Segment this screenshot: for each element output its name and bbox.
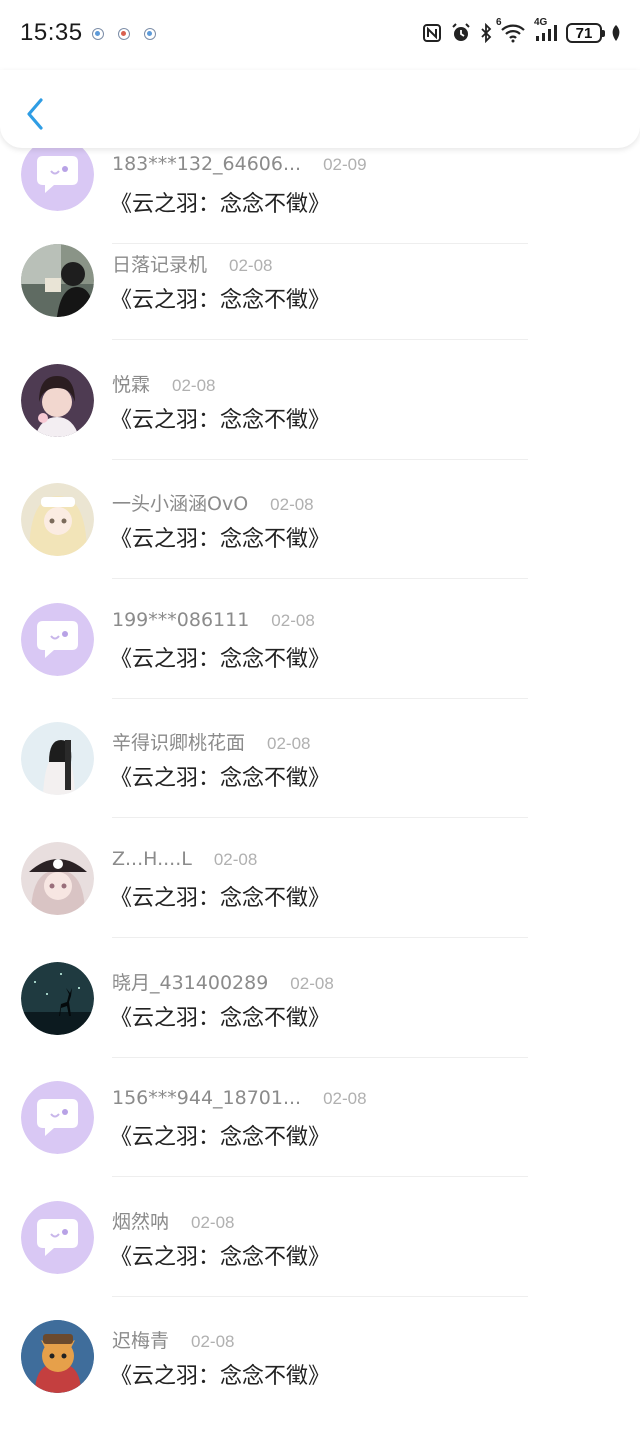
comment-text: 《云之羽：念念不徵》 [110,1005,331,1031]
avatar[interactable] [21,602,94,676]
comment-date: 02-08 [267,734,311,754]
comment-date: 02-08 [172,375,216,395]
comment-date: 02-08 [191,1332,235,1352]
comment-meta: 迟梅青 02-08 [112,1326,235,1353]
comment-item[interactable]: 一头小涵涵OvO 02-08 《云之羽：念念不徵》 [0,483,640,603]
commenter-name[interactable]: 199***086111 [112,609,249,631]
comment-item[interactable]: 199***086111 02-08 《云之羽：念念不徵》 [0,602,640,723]
notification-icons [92,28,156,40]
cellular-signal-icon: 4G [534,17,558,43]
alarm-icon [450,22,472,44]
commenter-name[interactable]: 晓月_431400289 [112,968,268,995]
system-status-icons: 6 4G 71 [422,17,622,44]
divider [112,458,528,460]
comment-meta: 199***086111 02-08 [112,609,315,631]
comment-meta: 烟然呐 02-08 [112,1207,235,1234]
comment-date: 02-08 [290,973,334,993]
comment-meta: 183***132_64606... 02-09 [112,153,367,175]
comment-text: 《云之羽：念念不徵》 [110,1125,331,1151]
divider [112,1056,528,1058]
avatar[interactable] [21,363,94,437]
comment-text: 《云之羽：念念不徵》 [110,407,331,433]
commenter-name[interactable]: 日落记录机 [112,250,207,277]
avatar[interactable] [21,1081,94,1155]
network-type-label: 4G [534,17,548,28]
commenter-name[interactable]: 烟然呐 [112,1207,169,1234]
comment-date: 02-08 [191,1212,235,1232]
comment-text: 《云之羽：念念不徵》 [110,192,331,217]
comment-text: 《云之羽：念念不徵》 [110,527,331,553]
wifi-badge: 6 [496,17,502,28]
comment-item[interactable]: 辛得识卿桃花面 02-08 《云之羽：念念不徵》 [0,722,640,842]
avatar[interactable] [21,138,94,211]
comment-text: 《云之羽：念念不徵》 [110,1244,331,1270]
notification-app-icon [92,28,104,40]
commenter-name[interactable]: 156***944_18701... [112,1087,301,1109]
notification-app-icon [118,28,130,40]
comment-meta: 晓月_431400289 02-08 [112,968,334,995]
commenter-name[interactable]: 悦霖 [112,370,150,397]
avatar[interactable] [21,244,94,317]
divider [112,578,528,580]
top-nav-bar [0,70,640,148]
comment-text: 《云之羽：念念不徵》 [110,1364,331,1390]
avatar[interactable] [21,483,94,557]
commenter-name[interactable]: 辛得识卿桃花面 [112,728,245,755]
divider [112,936,528,938]
divider [112,339,528,340]
avatar[interactable] [21,1320,94,1394]
battery-indicator: 71 [566,23,605,43]
comment-text: 《云之羽：念念不徵》 [110,646,331,672]
comment-meta: 156***944_18701... 02-08 [112,1087,367,1109]
commenter-name[interactable]: Z...H....L [112,848,192,870]
commenter-name[interactable]: 一头小涵涵OvO [112,489,248,516]
clock-time: 15:35 [20,19,83,46]
avatar[interactable] [21,841,94,915]
divider [112,697,528,699]
bluetooth-icon [480,23,492,43]
divider [112,817,528,819]
comment-text: 《云之羽：念念不徵》 [110,885,331,911]
comment-item[interactable]: 156***944_18701... 02-08 《云之羽：念念不徵》 [0,1081,640,1201]
comment-item[interactable]: 183***132_64606... 02-09 《云之羽：念念不徵》 [0,138,640,244]
comment-item[interactable]: 晓月_431400289 02-08 《云之羽：念念不徵》 [0,961,640,1082]
commenter-name[interactable]: 183***132_64606... [112,153,301,175]
comment-item[interactable]: Z...H....L 02-08 《云之羽：念念不徵》 [0,841,640,962]
comment-date: 02-08 [270,495,314,515]
comment-item[interactable]: 迟梅青 02-08 《云之羽：念念不徵》 [0,1320,640,1440]
comment-date: 02-08 [323,1089,367,1109]
leaf-icon [610,24,622,42]
wifi-icon: 6 [496,17,526,43]
comment-meta: 日落记录机 02-08 [112,250,273,277]
comment-meta: 一头小涵涵OvO 02-08 [112,489,314,516]
comment-date: 02-09 [323,155,367,174]
chevron-left-icon [27,98,43,130]
divider [112,1295,528,1297]
status-bar: 15:35 6 4G 71 [0,0,640,70]
avatar[interactable] [21,961,94,1035]
comment-text: 《云之羽：念念不徵》 [110,766,331,792]
comment-text: 《云之羽：念念不徵》 [110,288,331,313]
comment-item[interactable]: 悦霖 02-08 《云之羽：念念不徵》 [0,363,640,484]
comment-item[interactable]: 烟然呐 02-08 《云之羽：念念不徵》 [0,1200,640,1321]
divider [112,1176,528,1178]
comment-list: 183***132_64606... 02-09 《云之羽：念念不徵》 日落记录机 02… [0,138,640,1440]
comment-date: 02-08 [213,849,258,869]
comment-meta: 悦霖 02-08 [112,370,216,397]
avatar[interactable] [21,1200,94,1274]
comment-meta: Z...H....L 02-08 [112,848,257,870]
avatar[interactable] [21,722,94,796]
comment-date: 02-08 [271,610,315,630]
comment-item[interactable]: 日落记录机 02-08 《云之羽：念念不徵》 [0,244,640,364]
comment-date: 02-08 [229,256,273,275]
notification-app-icon [144,28,156,40]
nfc-icon [422,23,442,43]
back-button[interactable] [18,94,52,134]
comment-meta: 辛得识卿桃花面 02-08 [112,728,311,755]
commenter-name[interactable]: 迟梅青 [112,1326,169,1353]
